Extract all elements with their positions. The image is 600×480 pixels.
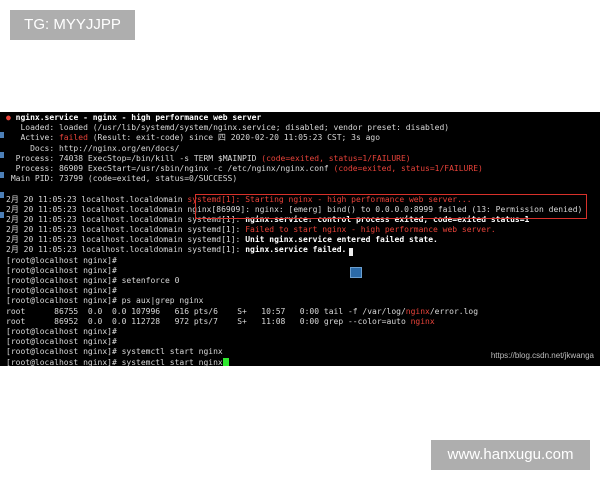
terminal-output: ● nginx.service - nginx - high performan…: [6, 113, 600, 366]
error-highlight-box: [195, 194, 587, 219]
status-process-start: Process: 86909 ExecStart=/usr/sbin/nginx…: [6, 163, 483, 173]
status-service-line: ● nginx.service - nginx - high performan…: [6, 113, 262, 122]
desktop-icon[interactable]: [0, 132, 4, 138]
terminal-cursor: [222, 358, 229, 366]
blog-watermark: https://blog.csdn.net/jkwanga: [490, 351, 594, 360]
desktop-icon[interactable]: [0, 212, 4, 218]
log-line: 2月 20 11:05:23 localhost.localdomain sys…: [6, 245, 347, 255]
desktop-icon[interactable]: [0, 172, 4, 178]
log-line: 2月 20 11:05:23 localhost.localdomain sys…: [6, 235, 438, 245]
desktop-icon[interactable]: [0, 192, 4, 198]
top-watermark-badge: TG: MYYJJPP: [10, 10, 135, 40]
bottom-watermark-badge: www.hanxugu.com: [431, 440, 590, 470]
status-dot-icon: ●: [6, 113, 11, 122]
prompt-line: [root@localhost nginx]# setenforce 0: [6, 276, 180, 285]
prompt-line: [root@localhost nginx]#: [6, 255, 122, 265]
window-icon: [350, 267, 362, 278]
status-docs: Docs: http://nginx.org/en/docs/: [6, 143, 180, 153]
desktop-side-icons: [0, 132, 6, 232]
status-process-stop: Process: 74038 ExecStop=/bin/kill -s TER…: [6, 153, 411, 163]
status-active: Active: failed (Result: exit-code) since…: [6, 133, 381, 143]
status-loaded: Loaded: loaded (/usr/lib/systemd/system/…: [6, 123, 450, 133]
desktop-icon[interactable]: [0, 152, 4, 158]
mouse-cursor-icon: [349, 248, 353, 256]
terminal-window[interactable]: ● nginx.service - nginx - high performan…: [0, 112, 600, 366]
log-line: 2月 20 11:05:23 localhost.localdomain sys…: [6, 225, 496, 235]
prompt-line: [root@localhost nginx]#: [6, 326, 122, 336]
prompt-line: [root@localhost nginx]# ps aux|grep ngin…: [6, 296, 204, 306]
prompt-line: [root@localhost nginx]#: [6, 286, 122, 296]
ps-row: root 86755 0.0 0.0 107996 616 pts/6 S+ 1…: [6, 306, 479, 316]
prompt-line: [root@localhost nginx]#: [6, 265, 122, 275]
ps-row: root 86952 0.0 0.0 112728 972 pts/7 S+ 1…: [6, 316, 435, 326]
prompt-line: [root@localhost nginx]#: [6, 337, 122, 347]
status-mainpid: Main PID: 73799 (code=exited, status=0/S…: [6, 174, 238, 184]
